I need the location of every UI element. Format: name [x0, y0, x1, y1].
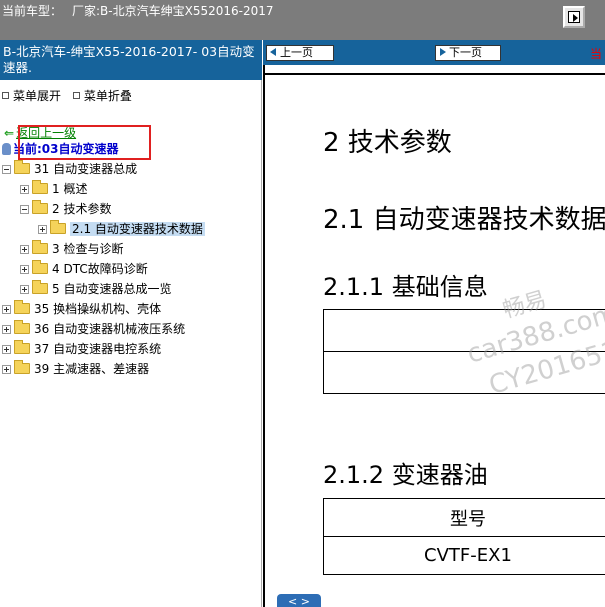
section-heading: 2 技术参数 [323, 128, 452, 158]
back-arrow-icon: ⇐ [4, 126, 15, 140]
table-row: CVTF-EX1 [323, 536, 605, 575]
menu-collapse-button[interactable]: 菜单折叠 [72, 89, 132, 103]
folder-icon [14, 360, 30, 374]
transmission-oil-heading: 2.1.2 变速器油 [323, 461, 488, 489]
table-header-cell: 型号 [323, 498, 605, 537]
tree-node[interactable]: 37 自动变速器电控系统 [2, 340, 161, 358]
expand-icon[interactable] [20, 285, 29, 294]
exit-icon [568, 11, 580, 23]
current-vehicle: 当前车型： 厂家:B-北京汽车绅宝X552016-2017 [2, 2, 274, 19]
highlight-box [18, 125, 151, 160]
content-panel: 上一页 下一页 当 2 技术参数 2.1 自动变速器技术数据 2.1.1 基础信… [263, 40, 605, 607]
tree-node[interactable]: 1 概述 [20, 180, 87, 198]
folder-icon [14, 340, 30, 354]
expand-icon[interactable] [2, 325, 11, 334]
folder-icon [14, 160, 30, 174]
page-nav-bar: 上一页 下一页 当 [263, 40, 605, 65]
folder-icon [32, 200, 48, 214]
tree-node[interactable]: 2 技术参数 [20, 200, 111, 218]
folder-icon [32, 240, 48, 254]
left-panel: B-北京汽车-绅宝X55-2016-2017- 03自动变速器. 菜单展开 菜单… [0, 40, 262, 607]
transmission-oil-table: 型号 CVTF-EX1 [323, 498, 605, 575]
tree-node-selected[interactable]: 2.1 自动变速器技术数据 [38, 220, 205, 238]
top-bar: 当前车型： 厂家:B-北京汽车绅宝X552016-2017 [0, 0, 605, 40]
collapse-icon[interactable] [2, 165, 11, 174]
square-icon [2, 92, 9, 99]
folder-icon [32, 180, 48, 194]
expand-icon[interactable] [20, 265, 29, 274]
tree-node[interactable]: 4 DTC故障码诊断 [20, 260, 148, 278]
folder-icon [14, 300, 30, 314]
bottom-tab-button[interactable]: < > [277, 594, 321, 607]
tree-node[interactable]: 39 主减速器、差速器 [2, 360, 149, 378]
nav-red-text: 当 [590, 47, 603, 61]
table-row: 型号 [323, 498, 605, 537]
prev-page-button[interactable]: 上一页 [266, 45, 334, 61]
tree-node[interactable]: 31 自动变速器总成 [2, 160, 137, 178]
folder-icon [14, 320, 30, 334]
menu-expand-button[interactable]: 菜单展开 [2, 89, 61, 103]
table-cell: CVTF-EX1 [323, 536, 605, 575]
sidebar-title: B-北京汽车-绅宝X55-2016-2017- 03自动变速器. [0, 40, 262, 80]
vehicle-value: 厂家:B-北京汽车绅宝X552016-2017 [72, 4, 274, 18]
folder-icon [32, 260, 48, 274]
folder-icon [50, 220, 66, 234]
square-icon [72, 92, 80, 99]
expand-icon[interactable] [2, 305, 11, 314]
folder-icon [32, 280, 48, 294]
basic-info-heading: 2.1.1 基础信息 [323, 273, 488, 301]
subsection-heading: 2.1 自动变速器技术数据 [323, 205, 605, 235]
expand-icon[interactable] [20, 245, 29, 254]
exit-button[interactable] [563, 6, 585, 28]
right-arrow-icon [440, 48, 446, 56]
vehicle-label: 当前车型： [2, 4, 63, 18]
tree-node[interactable]: 3 检查与诊断 [20, 240, 123, 258]
collapse-icon[interactable] [20, 205, 29, 214]
expand-icon[interactable] [2, 345, 11, 354]
expand-icon[interactable] [20, 185, 29, 194]
document-content: 2 技术参数 2.1 自动变速器技术数据 2.1.1 基础信息 2.1.2 变速… [263, 65, 605, 607]
expand-icon[interactable] [38, 225, 47, 234]
location-icon [2, 143, 11, 155]
left-arrow-icon [270, 48, 276, 56]
tree-node[interactable]: 36 自动变速器机械液压系统 [2, 320, 185, 338]
divider [265, 73, 605, 75]
menu-controls: 菜单展开 菜单折叠 [2, 87, 140, 104]
tree-node[interactable]: 5 自动变速器总成一览 [20, 280, 171, 298]
next-page-button[interactable]: 下一页 [435, 45, 501, 61]
expand-icon[interactable] [2, 365, 11, 374]
tree-node[interactable]: 35 换档操纵机构、壳体 [2, 300, 161, 318]
